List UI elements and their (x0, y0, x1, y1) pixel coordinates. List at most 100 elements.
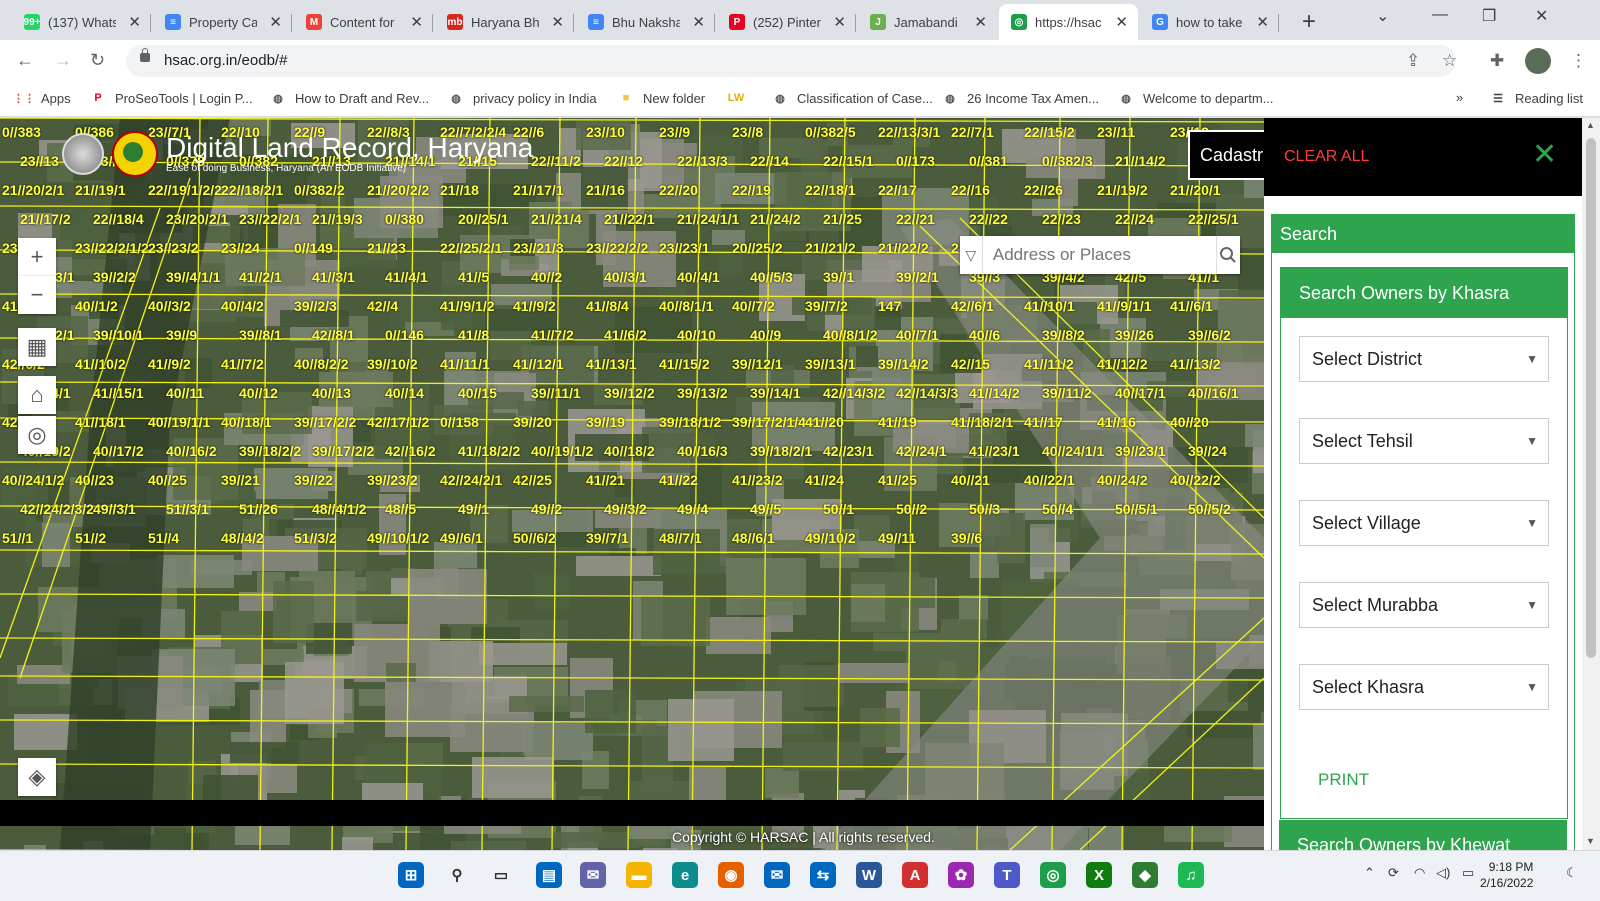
district-select[interactable]: Select District ▼ (1299, 336, 1549, 382)
plot-number-label[interactable]: 23//8 (732, 124, 763, 140)
plot-number-label[interactable]: 40//6 (969, 327, 1000, 343)
plot-number-label[interactable]: 40//20 (1170, 414, 1209, 430)
plot-number-label[interactable]: 41//20 (805, 414, 844, 430)
plot-number-label[interactable]: 0//173 (896, 153, 935, 169)
plot-number-label[interactable]: 21//22/1 (604, 211, 655, 227)
plot-number-label[interactable]: 39//12/1 (732, 356, 783, 372)
scroll-up-arrow-icon[interactable]: ▲ (1586, 120, 1595, 130)
plot-number-label[interactable]: 41//8/4 (586, 298, 629, 314)
plot-number-label[interactable]: 40//4/2 (221, 298, 264, 314)
plot-number-label[interactable]: 22//21 (896, 211, 935, 227)
plot-number-label[interactable]: 0//383 (2, 124, 41, 140)
tray-overflow-icon[interactable]: ⌃ (1364, 865, 1375, 881)
browser-tab[interactable]: mb Haryana Bhu ✕ (435, 4, 574, 40)
plot-number-label[interactable]: 42//25 (513, 472, 552, 488)
new-tab-button[interactable]: + (1302, 8, 1316, 36)
scrollbar-thumb[interactable] (1586, 138, 1596, 658)
plot-number-label[interactable]: 42//14/3/2 (823, 385, 885, 401)
plot-number-label[interactable]: 39//10/2 (367, 356, 418, 372)
plot-number-label[interactable]: 22//17 (878, 182, 917, 198)
reload-button[interactable]: ↻ (90, 50, 105, 71)
plot-number-label[interactable]: 51//26 (239, 501, 278, 517)
plot-number-label[interactable]: 39//26 (1115, 327, 1154, 343)
plot-number-label[interactable]: 49//11 (878, 530, 916, 546)
plot-number-label[interactable]: 40//17/1 (1115, 385, 1166, 401)
plot-number-label[interactable]: 39//7/1 (586, 530, 629, 546)
search-type-dropdown[interactable]: ▽ (960, 236, 983, 274)
tab-search-icon[interactable]: ⌄ (1376, 6, 1389, 26)
plot-number-label[interactable]: 40//16/1 (1188, 385, 1239, 401)
reading-list-button[interactable]: ☰ Reading list (1490, 90, 1583, 106)
plot-number-label[interactable]: 51//3/1 (166, 501, 209, 517)
plot-number-label[interactable]: 40//10 (677, 327, 716, 343)
plot-number-label[interactable]: 0//380 (385, 211, 424, 227)
task-view-icon[interactable]: ▭ (488, 862, 514, 888)
plot-number-label[interactable]: 41//13/2 (1170, 356, 1221, 372)
plot-number-label[interactable]: 21//16 (586, 182, 625, 198)
plot-number-label[interactable]: 40//16/2 (166, 443, 217, 459)
plot-number-label[interactable]: 22//24 (1115, 211, 1154, 227)
plot-number-label[interactable]: 21//19/2 (1097, 182, 1148, 198)
spotify-icon[interactable]: ♫ (1178, 862, 1204, 888)
close-tab-icon[interactable]: ✕ (692, 13, 705, 31)
plot-number-label[interactable]: 41//10/2 (75, 356, 126, 372)
plot-number-label[interactable]: 22//22 (969, 211, 1008, 227)
plot-number-label[interactable]: 41//13/1 (586, 356, 637, 372)
plot-number-label[interactable]: 41//8 (458, 327, 489, 343)
plot-number-label[interactable]: 39//14/2 (878, 356, 929, 372)
plot-number-label[interactable]: 0//149 (294, 240, 333, 256)
close-tab-icon[interactable]: ✕ (269, 13, 282, 31)
scroll-down-arrow-icon[interactable]: ▼ (1586, 836, 1595, 846)
extensions-icon[interactable]: ✚ (1490, 51, 1504, 71)
plot-number-label[interactable]: 0//381 (969, 153, 1008, 169)
acrobat-icon[interactable]: A (902, 862, 928, 888)
plot-number-label[interactable]: 39//6/2 (1188, 327, 1231, 343)
plot-number-label[interactable]: 22//23 (1042, 211, 1081, 227)
plot-number-label[interactable]: 41//6/2 (604, 327, 647, 343)
plot-number-label[interactable]: 48//7/1 (659, 530, 702, 546)
minimize-button[interactable]: — (1432, 6, 1448, 24)
plot-number-label[interactable]: 48//4/1/2 (312, 501, 367, 517)
plot-number-label[interactable]: 42//24/2/3/2 (20, 501, 94, 517)
plot-number-label[interactable]: 40//17/2 (93, 443, 144, 459)
plot-number-label[interactable]: 41//9/1/2 (440, 298, 495, 314)
zoom-out-button[interactable]: − (18, 276, 56, 314)
plot-number-label[interactable]: 40//3/1 (604, 269, 647, 285)
close-tab-icon[interactable]: ✕ (974, 13, 987, 31)
mail-icon[interactable]: ✉ (764, 862, 790, 888)
plot-number-label[interactable]: 39//2/3 (294, 298, 337, 314)
plot-number-label[interactable]: 0//382/2 (294, 182, 345, 198)
village-select[interactable]: Select Village ▼ (1299, 500, 1549, 546)
plot-number-label[interactable]: 39//20 (513, 414, 552, 430)
plot-number-label[interactable]: 23//22/2/2 (586, 240, 648, 256)
plot-number-label[interactable]: 49//3/2 (604, 501, 647, 517)
bookmarks-overflow-button[interactable]: » (1456, 90, 1463, 105)
plot-number-label[interactable]: 23//24 (221, 240, 260, 256)
plot-number-label[interactable]: 41//12/2 (1097, 356, 1148, 372)
plot-number-label[interactable]: 22//7/1 (951, 124, 994, 140)
plot-number-label[interactable]: 147 (878, 298, 901, 314)
close-tab-icon[interactable]: ✕ (551, 13, 564, 31)
plot-number-label[interactable]: 39//19 (586, 414, 625, 430)
plot-number-label[interactable]: 51//4 (148, 530, 179, 546)
plot-number-label[interactable]: 41//7/2 (531, 327, 574, 343)
address-bar[interactable]: hsac.org.in/eodb/# (126, 45, 1456, 77)
khasra-select[interactable]: Select Khasra ▼ (1299, 664, 1549, 710)
plot-number-label[interactable]: 22//18/2/1 (221, 182, 283, 198)
battery-icon[interactable]: ▭ (1462, 865, 1474, 881)
plot-number-label[interactable]: 40//7/1 (896, 327, 939, 343)
notifications-icon[interactable]: ☾ (1566, 865, 1578, 881)
browser-tab[interactable]: J Jamabandi ✕ (858, 4, 997, 40)
plot-number-label[interactable]: 40//19/1/1 (148, 414, 210, 430)
plot-number-label[interactable]: 39//4/1/1 (166, 269, 221, 285)
close-tab-icon[interactable]: ✕ (128, 13, 141, 31)
plot-number-label[interactable]: 39//11/1 (531, 385, 581, 401)
plot-number-label[interactable]: 50//6/2 (513, 530, 556, 546)
plot-number-label[interactable]: 21//25 (823, 211, 862, 227)
plot-number-label[interactable]: 48//5 (385, 501, 416, 517)
menu-kebab-icon[interactable]: ⋮ (1570, 51, 1587, 71)
plot-number-label[interactable]: 39//21 (221, 472, 260, 488)
plot-number-label[interactable]: 23//13 (20, 153, 59, 169)
plot-number-label[interactable]: 21//21/2 (805, 240, 856, 256)
plot-number-label[interactable]: 39//17/2/1/4 (732, 414, 806, 430)
